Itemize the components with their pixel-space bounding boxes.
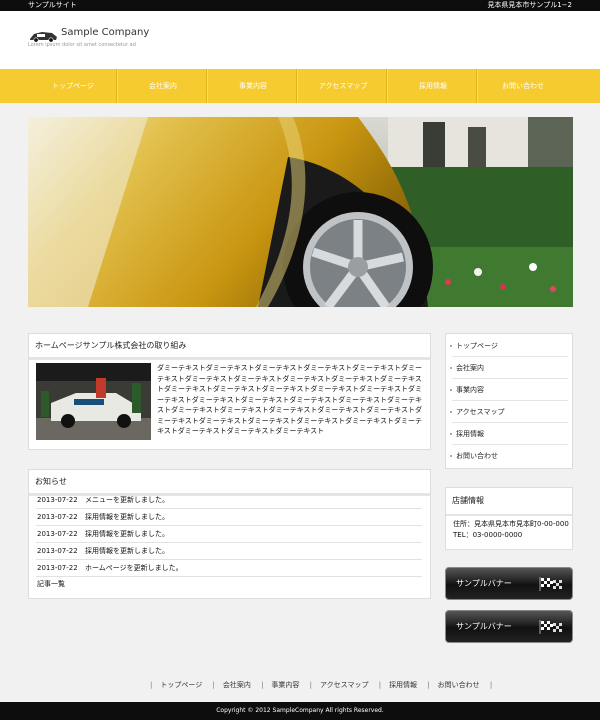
side-nav-item-top[interactable]: トップページ bbox=[450, 336, 568, 357]
shop-title: 店舗情報 bbox=[446, 488, 572, 516]
side-nav: トップページ 会社案内 事業内容 アクセスマップ 採用情報 お問い合わせ bbox=[445, 333, 573, 469]
nav-item-recruit[interactable]: 採用情報 bbox=[388, 69, 478, 103]
news-date: 2013-07-22 bbox=[37, 496, 78, 504]
sample-banner-2[interactable]: サンプルバナー bbox=[445, 610, 573, 643]
side-nav-item-contact[interactable]: お問い合わせ bbox=[450, 446, 568, 467]
side-nav-item-business[interactable]: 事業内容 bbox=[450, 380, 568, 401]
company-tagline: Lorem ipsum dolor sit amet consectetur a… bbox=[28, 42, 136, 48]
news-date: 2013-07-22 bbox=[37, 547, 78, 555]
footer-nav: | トップページ | 会社案内 | 事業内容 | アクセスマップ | 採用情報 | お問い合… bbox=[0, 665, 600, 703]
company-name: Sample Company bbox=[61, 27, 150, 38]
shop-address: 住所：見本県見本市見本町0-00-000 bbox=[453, 520, 569, 528]
footer-link-company[interactable]: 会社案内 bbox=[223, 681, 251, 689]
top-address: 見本県見本市サンプル1−2 bbox=[487, 1, 572, 9]
header: Sample Company Lorem ipsum dolor sit ame… bbox=[0, 11, 600, 69]
news-section: お知らせ 2013-07-22 メニューを更新しました。 2013-07-22 採用… bbox=[28, 469, 431, 599]
side-nav-item-recruit[interactable]: 採用情報 bbox=[450, 424, 568, 445]
copyright: Copyright © 2012 SampleCompany All right… bbox=[0, 702, 600, 720]
news-text: 採用情報を更新しました。 bbox=[85, 530, 169, 538]
news-text: ホームページを更新しました。 bbox=[85, 564, 183, 572]
news-date: 2013-07-22 bbox=[37, 513, 78, 521]
site-label: サンプルサイト bbox=[28, 1, 77, 9]
nav-item-access[interactable]: アクセスマップ bbox=[298, 69, 388, 103]
checkered-flag-icon bbox=[539, 620, 562, 634]
news-text: 採用情報を更新しました。 bbox=[85, 513, 169, 521]
nav-label: アクセスマップ bbox=[318, 82, 368, 90]
shop-tel: TEL：03-0000-0000 bbox=[453, 531, 523, 539]
side-nav-item-access[interactable]: アクセスマップ bbox=[450, 402, 568, 423]
pit-stop-photo bbox=[36, 363, 151, 440]
top-bar: サンプルサイト 見本県見本市サンプル1−2 bbox=[0, 0, 600, 11]
news-item[interactable]: 2013-07-22 ホームページを更新しました。 bbox=[36, 560, 422, 577]
footer-link-business[interactable]: 事業内容 bbox=[271, 681, 299, 689]
footer-link-access[interactable]: アクセスマップ bbox=[320, 681, 368, 689]
nav-item-top[interactable]: トップページ bbox=[28, 69, 118, 103]
footer-link-top[interactable]: トップページ bbox=[160, 681, 202, 689]
news-item[interactable]: 2013-07-22 採用情報を更新しました。 bbox=[36, 509, 422, 526]
nav-label: 採用情報 bbox=[419, 82, 447, 90]
news-date: 2013-07-22 bbox=[37, 530, 78, 538]
car-logo-icon bbox=[30, 32, 57, 43]
logo[interactable]: Sample Company Lorem ipsum dolor sit ame… bbox=[28, 27, 158, 51]
news-archive-link[interactable]: 記事一覧 bbox=[36, 577, 422, 592]
nav-item-company[interactable]: 会社案内 bbox=[118, 69, 208, 103]
banner-label: サンプルバナー bbox=[456, 622, 512, 631]
footer-link-contact[interactable]: お問い合わせ bbox=[438, 681, 480, 689]
sample-banner-1[interactable]: サンプルバナー bbox=[445, 567, 573, 600]
nav-item-contact[interactable]: お問い合わせ bbox=[478, 69, 568, 103]
footer-link-recruit[interactable]: 採用情報 bbox=[389, 681, 417, 689]
about-section: ホームページサンプル株式会社の取り組み ダミーテキストダミーテキストダミーテキス… bbox=[28, 333, 431, 450]
about-title: ホームページサンプル株式会社の取り組み bbox=[29, 334, 430, 360]
about-body: ダミーテキストダミーテキストダミーテキストダミーテキストダミーテキストダミーテキ… bbox=[157, 364, 422, 435]
news-item[interactable]: 2013-07-22 採用情報を更新しました。 bbox=[36, 543, 422, 560]
hero-image bbox=[28, 117, 573, 307]
nav-label: 事業内容 bbox=[239, 82, 267, 90]
nav-label: トップページ bbox=[52, 82, 94, 90]
news-date: 2013-07-22 bbox=[37, 564, 78, 572]
nav-item-business[interactable]: 事業内容 bbox=[208, 69, 298, 103]
side-nav-item-company[interactable]: 会社案内 bbox=[450, 358, 568, 379]
news-item[interactable]: 2013-07-22 メニューを更新しました。 bbox=[36, 492, 422, 509]
checkered-flag-icon bbox=[539, 577, 562, 591]
news-text: メニューを更新しました。 bbox=[85, 496, 169, 504]
nav-label: お問い合わせ bbox=[502, 82, 544, 90]
shop-info: 店舗情報 住所：見本県見本市見本町0-00-000 TEL：03-0000-00… bbox=[445, 487, 573, 550]
news-list: 2013-07-22 メニューを更新しました。 2013-07-22 採用情報を更新… bbox=[36, 492, 422, 592]
news-item[interactable]: 2013-07-22 採用情報を更新しました。 bbox=[36, 526, 422, 543]
nav-label: 会社案内 bbox=[149, 82, 177, 90]
main-nav: トップページ 会社案内 事業内容 アクセスマップ 採用情報 お問い合わせ bbox=[0, 69, 600, 103]
banner-label: サンプルバナー bbox=[456, 579, 512, 588]
news-text: 採用情報を更新しました。 bbox=[85, 547, 169, 555]
